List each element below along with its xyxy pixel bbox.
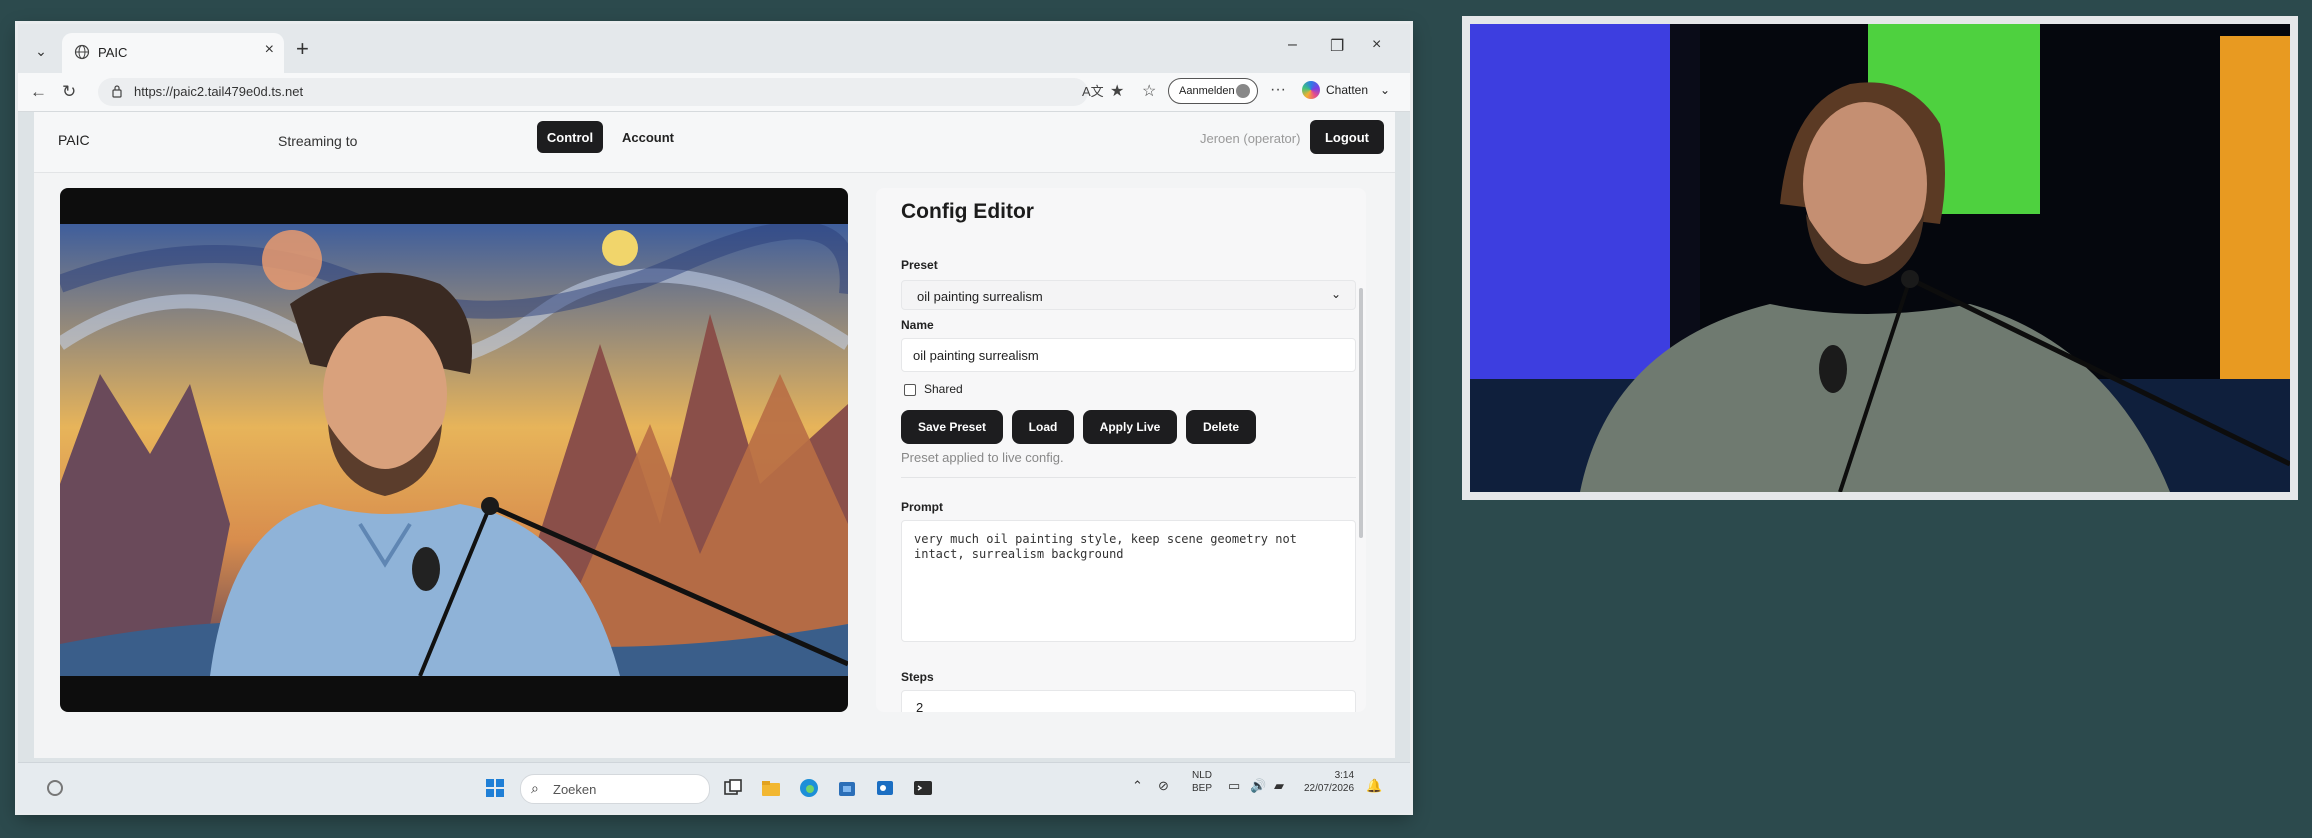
config-editor-panel: Config Editor Preset oil painting surrea… xyxy=(876,188,1366,712)
input-language[interactable]: NLD BEP xyxy=(1192,769,1212,795)
translate-icon[interactable]: A文 xyxy=(1082,81,1104,100)
steps-label: Steps xyxy=(901,670,934,684)
tab-actions-chevron-icon[interactable]: ⌄ xyxy=(30,40,52,62)
signin-button[interactable]: Aanmelden xyxy=(1168,78,1258,104)
close-window-icon[interactable]: × xyxy=(1372,36,1381,54)
url-text: https://paic2.tail479e0d.ts.net xyxy=(134,84,304,99)
network-off-icon[interactable]: ⊘ xyxy=(1158,778,1169,794)
delete-button[interactable]: Delete xyxy=(1186,410,1256,444)
globe-icon xyxy=(74,44,90,60)
steps-input[interactable]: 2 xyxy=(901,690,1356,712)
profile-icon xyxy=(1236,84,1250,98)
address-bar-row: ← ↻ https://paic2.tail479e0d.ts.net A文 ★… xyxy=(18,73,1410,112)
file-explorer-icon[interactable] xyxy=(760,777,782,799)
speaker-camera-feed xyxy=(1470,24,2292,493)
clock-date: 22/07/2026 xyxy=(1304,783,1355,794)
shared-checkbox[interactable] xyxy=(904,384,916,396)
browser-tab[interactable]: PAIC × xyxy=(62,33,284,73)
back-icon[interactable]: ← xyxy=(30,82,47,102)
windows-start-icon[interactable] xyxy=(484,777,506,799)
load-button[interactable]: Load xyxy=(1012,410,1074,444)
minimize-icon[interactable]: – xyxy=(1288,36,1297,54)
save-preset-button[interactable]: Save Preset xyxy=(901,410,1003,444)
apply-live-button[interactable]: Apply Live xyxy=(1083,410,1177,444)
refresh-icon[interactable]: ↻ xyxy=(62,82,76,102)
outlook-icon[interactable] xyxy=(874,777,896,799)
preset-label: Preset xyxy=(901,258,938,272)
speaker-video-frame xyxy=(1470,24,2292,493)
panel-scrollbar[interactable] xyxy=(1359,288,1363,538)
notifications-bell-icon[interactable]: 🔔 xyxy=(1366,778,1382,794)
new-tab-icon[interactable]: + xyxy=(296,36,309,62)
widgets-icon[interactable] xyxy=(44,777,66,799)
nav-account-tab[interactable]: Account xyxy=(622,130,674,145)
terminal-icon[interactable] xyxy=(912,777,934,799)
clock-time: 3:14 xyxy=(1334,770,1355,781)
favorite-star-icon[interactable]: ★ xyxy=(1110,81,1124,101)
copilot-icon xyxy=(1302,81,1320,99)
app-navbar: PAIC Streaming to Control Account Jeroen… xyxy=(34,112,1395,173)
show-hidden-icons-chevron-icon[interactable]: ⌃ xyxy=(1132,778,1143,794)
more-menu-icon[interactable]: ··· xyxy=(1270,81,1286,99)
display-icon[interactable]: ▭ xyxy=(1228,778,1240,794)
task-view-icon[interactable] xyxy=(722,777,744,799)
tab-title: PAIC xyxy=(98,45,128,60)
divider xyxy=(901,477,1356,478)
chat-label: Chatten xyxy=(1326,83,1369,97)
shared-label: Shared xyxy=(924,382,963,396)
logout-button[interactable]: Logout xyxy=(1310,120,1384,154)
url-field[interactable]: https://paic2.tail479e0d.ts.net xyxy=(98,78,1088,106)
restore-icon[interactable]: ❐ xyxy=(1330,36,1344,56)
status-message: Preset applied to live config. xyxy=(901,450,1064,465)
name-input[interactable]: oil painting surrealism xyxy=(901,338,1356,372)
copilot-chat-button[interactable]: Chatten ⌄ xyxy=(1302,81,1390,99)
prompt-label: Prompt xyxy=(901,500,943,514)
taskbar-search[interactable]: ⌕ Zoeken xyxy=(520,774,710,804)
favorites-icon[interactable]: ☆ xyxy=(1142,81,1156,101)
preset-selected-value: oil painting surrealism xyxy=(917,289,1043,304)
name-label: Name xyxy=(901,318,934,332)
brand-logo[interactable]: PAIC xyxy=(58,132,90,148)
desktop-screen: ⌄ PAIC × + – ❐ × ← ↻ https://paic2.tail4… xyxy=(18,24,1410,813)
signin-label: Aanmelden xyxy=(1179,85,1235,97)
volume-icon[interactable]: 🔊 xyxy=(1250,778,1266,794)
browser-tab-bar: ⌄ PAIC × + – ❐ × xyxy=(18,24,1410,78)
chevron-down-icon: ⌄ xyxy=(1380,83,1391,97)
config-editor-title: Config Editor xyxy=(901,200,1034,223)
search-icon: ⌕ xyxy=(531,780,539,796)
current-user: Jeroen (operator) xyxy=(1200,131,1301,146)
edge-browser-icon[interactable] xyxy=(798,777,820,799)
web-page: PAIC Streaming to Control Account Jeroen… xyxy=(34,112,1395,758)
keyboard-layout: BEP xyxy=(1192,783,1213,794)
taskbar: ⌕ Zoeken ⌃ ⊘ NLD BEP ▭ 🔊 ▰ 3:14 22/07/20… xyxy=(18,762,1410,813)
streaming-label: Streaming to xyxy=(278,133,358,149)
language-code: NLD xyxy=(1192,770,1213,781)
lock-icon xyxy=(112,85,122,98)
battery-icon[interactable]: ▰ xyxy=(1274,778,1284,794)
prompt-textarea[interactable]: very much oil painting style, keep scene… xyxy=(901,520,1356,642)
system-clock[interactable]: 3:14 22/07/2026 xyxy=(1304,769,1354,795)
store-icon[interactable] xyxy=(836,777,858,799)
preset-select[interactable]: oil painting surrealism ⌄ xyxy=(901,280,1356,310)
close-tab-icon[interactable]: × xyxy=(265,41,274,59)
nav-control-tab[interactable]: Control xyxy=(537,121,603,153)
chevron-down-icon: ⌄ xyxy=(1330,287,1341,301)
video-output xyxy=(60,188,848,712)
search-placeholder: Zoeken xyxy=(553,782,597,797)
stylized-video-frame xyxy=(60,224,848,676)
